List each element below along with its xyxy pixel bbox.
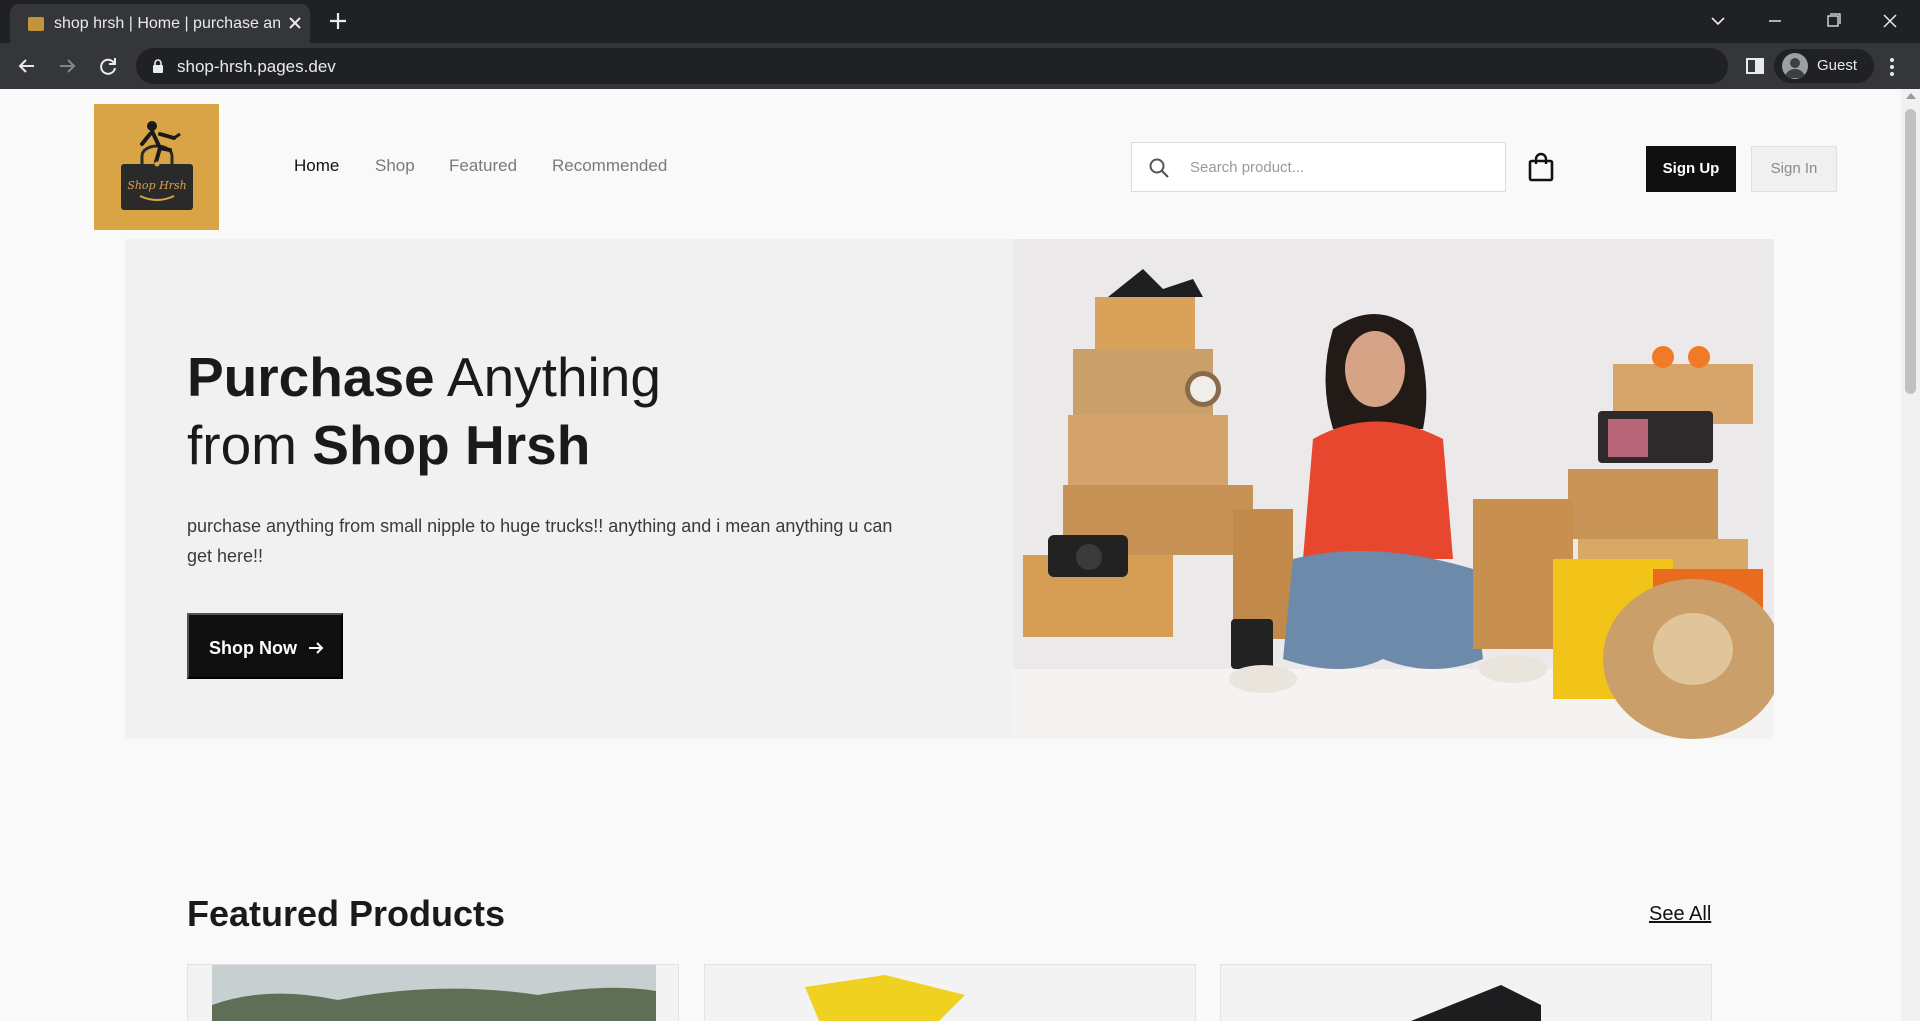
browser-tab[interactable]: shop hrsh | Home | purchase anything: [10, 4, 310, 43]
sign-up-button[interactable]: Sign Up: [1646, 146, 1736, 192]
shopping-bag-icon[interactable]: [1527, 152, 1555, 182]
minimize-icon[interactable]: [1755, 4, 1795, 38]
browser-menu-icon[interactable]: [1882, 55, 1902, 79]
hero-image: [1013, 239, 1774, 739]
lock-icon: [152, 59, 164, 73]
close-window-icon[interactable]: [1870, 4, 1910, 38]
scrollbar-thumb[interactable]: [1905, 109, 1916, 394]
close-tab-icon[interactable]: [284, 12, 306, 34]
hero-title-regular-1: Anything: [434, 346, 661, 408]
product-image: [212, 965, 656, 1021]
nav-featured[interactable]: Featured: [449, 156, 517, 176]
featured-products-title: Featured Products: [187, 893, 506, 934]
guest-avatar-icon: [1782, 53, 1808, 79]
product-card[interactable]: [1220, 964, 1712, 1021]
hero-banner: Purchase Anything from Shop Hrsh purchas…: [125, 239, 1013, 739]
nav-shop[interactable]: Shop: [375, 156, 415, 176]
svg-text:Shop Hrsh: Shop Hrsh: [127, 179, 186, 192]
shop-now-button[interactable]: Shop Now: [187, 613, 343, 679]
hero-title-bold-1: Purchase: [187, 346, 435, 408]
back-icon[interactable]: [12, 51, 42, 81]
profile-name: Guest: [1817, 57, 1858, 74]
profile-button[interactable]: Guest: [1774, 49, 1874, 83]
nav-home[interactable]: Home: [294, 156, 339, 176]
search-icon: [1148, 157, 1170, 179]
page-scrollbar[interactable]: [1901, 89, 1920, 1021]
hero-title-bold-2: Shop Hrsh: [312, 414, 591, 476]
forward-icon[interactable]: [52, 51, 82, 81]
new-tab-icon[interactable]: [324, 7, 352, 35]
product-image: [805, 975, 965, 1021]
tab-title: shop hrsh | Home | purchase anything: [54, 15, 280, 32]
sign-in-button[interactable]: Sign In: [1751, 146, 1837, 192]
scroll-up-arrow-icon[interactable]: [1906, 93, 1916, 99]
tab-search-chevron-icon[interactable]: [1698, 4, 1738, 38]
site-logo[interactable]: Shop Hrsh: [94, 104, 219, 230]
hero-title-regular-2: from: [187, 414, 313, 476]
search-input[interactable]: [1190, 143, 1490, 191]
see-all-link[interactable]: See All: [1649, 903, 1711, 926]
arrow-right-icon: [307, 639, 325, 657]
nav-recommended[interactable]: Recommended: [552, 156, 667, 176]
side-panel-icon[interactable]: [1740, 51, 1770, 81]
product-image: [1411, 985, 1541, 1021]
product-card[interactable]: [187, 964, 679, 1021]
favicon-icon: [28, 17, 44, 31]
browser-toolbar: shop-hrsh.pages.dev Guest: [0, 43, 1920, 89]
address-bar[interactable]: shop-hrsh.pages.dev: [136, 48, 1728, 84]
url-text: shop-hrsh.pages.dev: [177, 57, 336, 76]
hero-description: purchase anything from small nipple to h…: [187, 516, 893, 566]
shop-now-label: Shop Now: [209, 638, 297, 658]
restore-icon[interactable]: [1813, 4, 1853, 38]
hero-title: Purchase Anything from Shop Hrsh: [187, 343, 661, 479]
browser-tabstrip: shop hrsh | Home | purchase anything: [0, 0, 1920, 43]
search-box: [1131, 142, 1506, 192]
reload-icon[interactable]: [93, 51, 123, 81]
product-card[interactable]: [704, 964, 1196, 1021]
